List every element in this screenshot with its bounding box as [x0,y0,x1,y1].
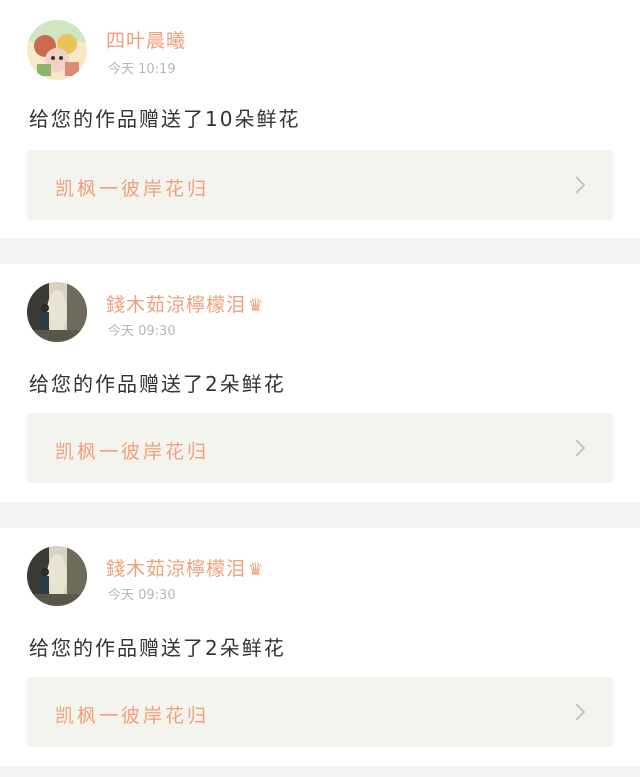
notification-card: 四叶晨曦 今天 10:19 给您的作品赠送了10朵鲜花 凯枫一彼岸花归 [0,0,640,238]
notification-feed: 四叶晨曦 今天 10:19 给您的作品赠送了10朵鲜花 凯枫一彼岸花归 錢木茹涼 [0,0,640,777]
username[interactable]: 錢木茹涼檸檬泪 ♛ [106,290,264,317]
timestamp: 今天 09:30 [108,324,176,339]
work-link[interactable]: 凯枫一彼岸花归 [27,413,613,483]
chevron-right-icon [575,439,586,457]
timestamp: 今天 10:19 [108,62,176,77]
notification-message: 给您的作品赠送了2朵鲜花 [29,372,286,396]
username[interactable]: 錢木茹涼檸檬泪 ♛ [106,554,264,581]
work-link[interactable]: 凯枫一彼岸花归 [27,150,613,220]
notification-message: 给您的作品赠送了2朵鲜花 [29,636,286,660]
avatar[interactable] [27,282,87,342]
username-text: 錢木茹涼檸檬泪 [106,294,247,316]
chevron-right-icon [575,176,586,194]
notification-card: 錢木茹涼檸檬泪 ♛ 今天 09:30 给您的作品赠送了2朵鲜花 凯枫一彼岸花归 [0,528,640,766]
work-title: 凯枫一彼岸花归 [55,441,210,463]
crown-icon: ♛ [248,296,265,316]
username-text: 錢木茹涼檸檬泪 [106,558,247,580]
avatar[interactable] [27,546,87,606]
crown-icon: ♛ [248,560,265,580]
chevron-right-icon [575,703,586,721]
username[interactable]: 四叶晨曦 [106,26,186,53]
timestamp: 今天 09:30 [108,588,176,603]
work-title: 凯枫一彼岸花归 [55,178,210,200]
username-text: 四叶晨曦 [106,30,187,52]
work-link[interactable]: 凯枫一彼岸花归 [27,677,613,747]
notification-message: 给您的作品赠送了10朵鲜花 [29,107,301,131]
notification-card: 錢木茹涼檸檬泪 ♛ 今天 09:30 给您的作品赠送了2朵鲜花 凯枫一彼岸花归 [0,264,640,502]
work-title: 凯枫一彼岸花归 [55,705,210,727]
avatar[interactable] [27,20,87,80]
